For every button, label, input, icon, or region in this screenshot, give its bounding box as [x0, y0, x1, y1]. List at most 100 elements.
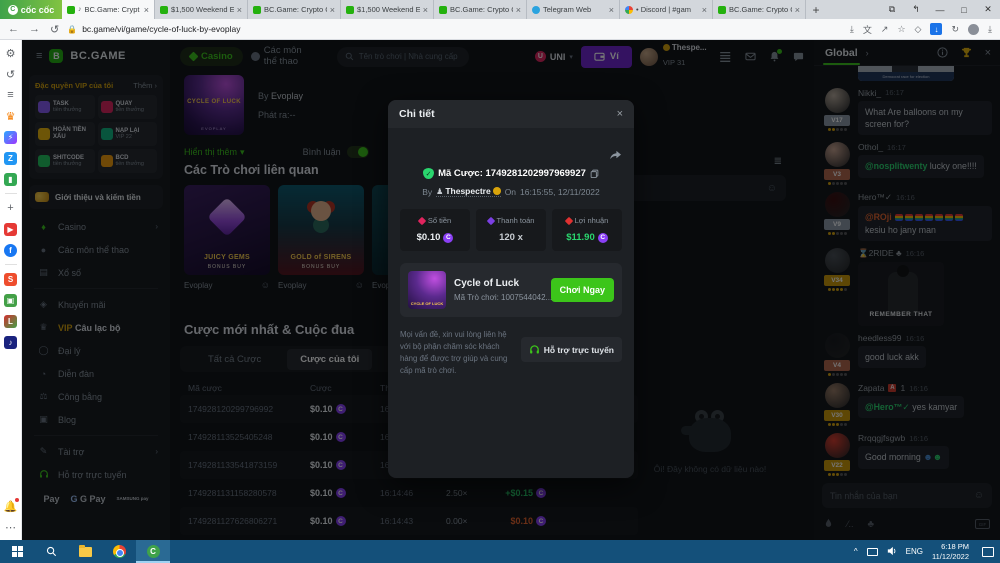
downloads-icon[interactable]: ⤓: [988, 24, 992, 35]
nav-buttons: ← → ↺: [8, 23, 59, 36]
browser-tab[interactable]: BC.Game: Crypto Ca×: [434, 0, 527, 19]
zalo-icon[interactable]: Z: [4, 151, 18, 165]
game-thumbnail[interactable]: CYCLE OF LUCK: [408, 271, 446, 309]
game-name: Cycle of Luck: [454, 278, 543, 289]
divider: [5, 264, 17, 265]
address-bar: ← → ↺ 🔒 bc.game/vi/game/cycle-of-luck-by…: [0, 19, 1000, 40]
tab-close-icon[interactable]: ×: [702, 5, 707, 15]
messenger-icon[interactable]: ⚡: [4, 130, 18, 144]
minimize-button[interactable]: —: [928, 5, 952, 15]
history-icon[interactable]: ↺: [4, 67, 18, 81]
player-link[interactable]: ♟Thespectre: [436, 186, 501, 197]
stat-icon: [418, 216, 426, 224]
download-badge-icon[interactable]: ↓: [930, 23, 942, 35]
coccoc-logo-icon: C: [8, 5, 18, 15]
browser-tab[interactable]: BC.Game: Crypto Ca×: [713, 0, 806, 19]
file-explorer-icon[interactable]: [68, 540, 102, 563]
tab-title: $1,500 Weekend Ev: [171, 5, 234, 14]
coin-icon: C: [598, 233, 608, 243]
settings-gear-icon[interactable]: ⚙: [4, 46, 18, 60]
tab-title: Telegram Web: [543, 5, 606, 14]
translate-icon[interactable]: 文: [863, 23, 872, 36]
tab-close-icon[interactable]: ×: [330, 5, 335, 15]
facebook-icon[interactable]: f: [4, 243, 18, 257]
tab-title: BC.Game: Crypto Ca: [729, 5, 792, 14]
play-now-button[interactable]: Chơi Ngay: [551, 278, 614, 302]
back-icon[interactable]: ←: [8, 23, 19, 36]
close-window-button[interactable]: ✕: [976, 4, 1000, 15]
bet-datetime: 16:15:55, 12/11/2022: [520, 187, 600, 197]
share-icon[interactable]: [609, 150, 622, 161]
tray-expand-icon[interactable]: ^: [854, 547, 858, 556]
page-viewport: ≡ B BC.GAME Đặc quyền VIP của tôi Thêm ›…: [22, 40, 1000, 540]
new-tab-button[interactable]: +: [806, 0, 826, 19]
verified-shield-icon: ✓: [423, 168, 434, 179]
stat-icon: [564, 216, 572, 224]
browser-tab[interactable]: • Discord | #gam×: [620, 0, 713, 19]
action-center-icon[interactable]: [982, 547, 994, 557]
live-support-button[interactable]: Hỗ trợ trực tuyến: [521, 337, 622, 362]
tab-close-icon[interactable]: ×: [795, 5, 800, 15]
game-id-row: Mã Trò chơi: 1007544042...: [454, 293, 543, 302]
adblock-icon[interactable]: ◇: [915, 24, 922, 35]
volume-icon[interactable]: [887, 543, 897, 561]
sync-icon[interactable]: ↻: [951, 24, 959, 35]
pip-icon[interactable]: ⧉: [880, 4, 904, 15]
share-icon[interactable]: ↗: [881, 24, 889, 35]
tab-close-icon[interactable]: ×: [609, 5, 614, 15]
store-icon[interactable]: ▣: [4, 293, 18, 307]
browser-tab[interactable]: BC.Game: Crypto Ca×: [248, 0, 341, 19]
copy-icon[interactable]: [590, 169, 599, 178]
url-box[interactable]: 🔒 bc.game/vi/game/cycle-of-luck-by-evopl…: [67, 24, 240, 34]
tab-favicon: [532, 6, 540, 14]
tab-close-icon[interactable]: ×: [516, 5, 521, 15]
language-indicator[interactable]: ENG: [906, 547, 923, 556]
tab-close-icon[interactable]: ×: [237, 5, 242, 15]
url-text[interactable]: bc.game/vi/game/cycle-of-luck-by-evoplay: [82, 24, 240, 34]
save-icon[interactable]: ⤓: [850, 24, 854, 35]
reload-icon[interactable]: ↺: [50, 23, 59, 36]
browser-side-strip: ⚙ ↺ ≡ ♛ ⚡ Z ▮ + ▶ f S ▣ L ♪ 🔔 ⋯: [0, 40, 22, 540]
bookmark-star-icon[interactable]: ☆: [897, 24, 905, 35]
support-row: Mọi vấn đề, xin vui lòng liên hệ với bộ …: [400, 329, 622, 377]
network-icon[interactable]: [867, 548, 878, 556]
add-shortcut-icon[interactable]: +: [4, 201, 18, 215]
browser-tab[interactable]: Telegram Web×: [527, 0, 620, 19]
notifications-bell-icon[interactable]: 🔔: [4, 499, 18, 513]
maximize-button[interactable]: □: [952, 5, 976, 15]
tab-audio-icon[interactable]: ♪: [78, 6, 82, 13]
taskbar-search-icon[interactable]: [34, 540, 68, 563]
tab-title: BC.Game: Crypt: [85, 5, 141, 14]
taskbar-clock[interactable]: 6:18 PM 11/12/2022: [932, 542, 969, 562]
browser-tab[interactable]: $1,500 Weekend Ev×: [155, 0, 248, 19]
person-icon: ♟: [436, 187, 443, 196]
tab-favicon: [346, 6, 354, 14]
chrome-icon[interactable]: [102, 540, 136, 563]
share-row: [400, 148, 622, 161]
reading-list-icon[interactable]: ≡: [4, 88, 18, 102]
lazada-icon[interactable]: L: [4, 314, 18, 328]
youtube-icon[interactable]: ▶: [4, 222, 18, 236]
crown-icon[interactable]: ♛: [4, 109, 18, 123]
profile-avatar[interactable]: [968, 24, 979, 35]
browser-tabbar: C cốc cốc ♪BC.Game: Crypt×$1,500 Weekend…: [0, 0, 1000, 19]
browser-tab[interactable]: $1,500 Weekend Ev×: [341, 0, 434, 19]
games-icon[interactable]: ▮: [4, 172, 18, 186]
stat-box: Số tiền$0.10C: [400, 209, 470, 251]
more-options-icon[interactable]: ⋯: [4, 520, 18, 534]
coin-icon: C: [443, 233, 453, 243]
tab-close-icon[interactable]: ×: [144, 5, 149, 15]
tiktok-icon[interactable]: ♪: [4, 335, 18, 349]
shopee-icon[interactable]: S: [4, 272, 18, 286]
tab-title: BC.Game: Crypto Ca: [450, 5, 513, 14]
taskbar-time: 6:18 PM: [932, 542, 969, 552]
modal-close-icon[interactable]: ×: [617, 108, 623, 120]
forward-icon[interactable]: →: [29, 23, 40, 36]
bet-id-value: 1749281202997969927: [486, 168, 586, 179]
browser-tab[interactable]: ♪BC.Game: Crypt×: [62, 0, 155, 19]
tab-close-icon[interactable]: ×: [423, 5, 428, 15]
start-button[interactable]: [0, 540, 34, 563]
coccoc-taskbar-icon[interactable]: C: [136, 540, 170, 563]
modal-game-card: CYCLE OF LUCK Cycle of Luck Mã Trò chơi:…: [400, 263, 622, 317]
back-to-app-icon[interactable]: ↰: [904, 4, 928, 15]
